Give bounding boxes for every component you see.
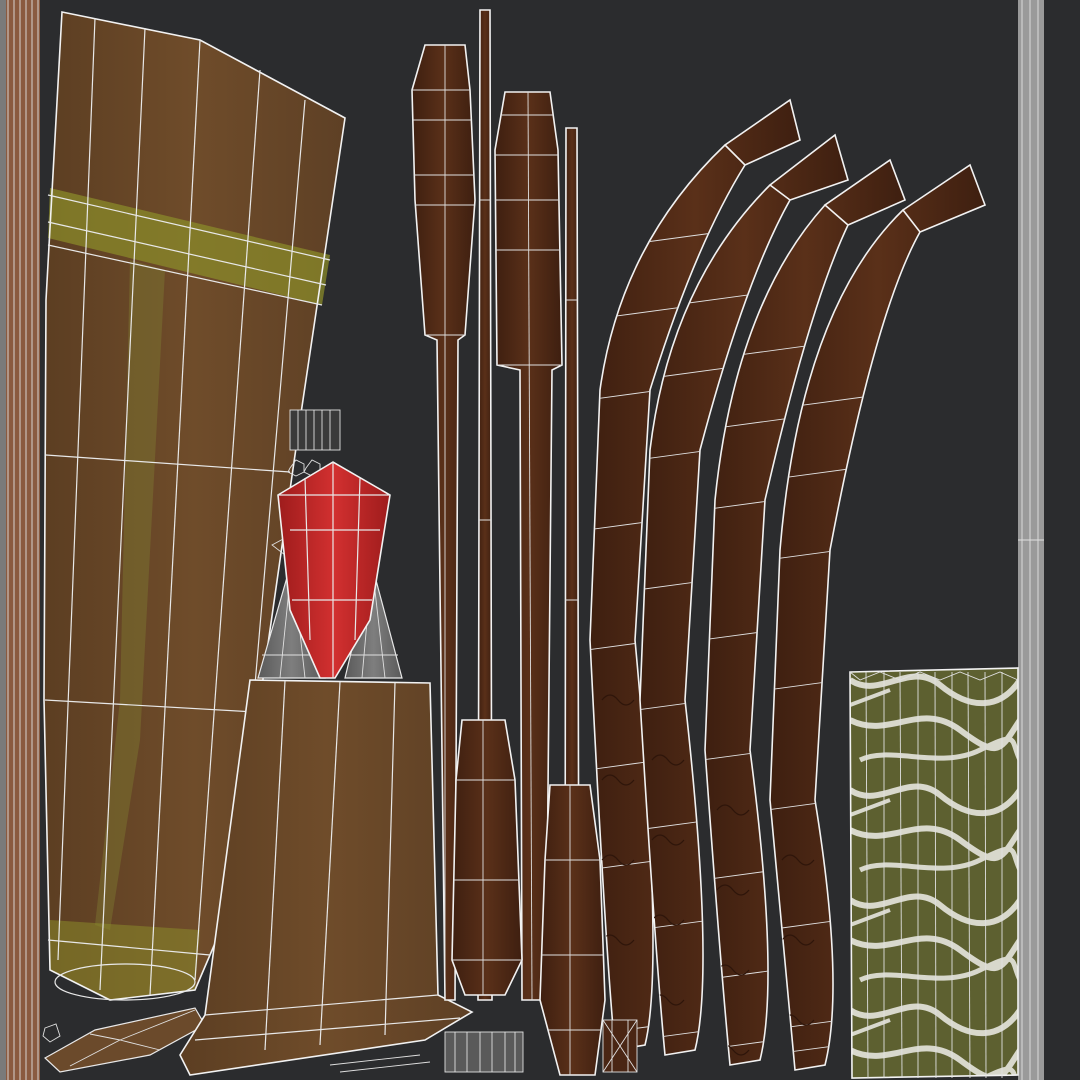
small-misc-islands[interactable] <box>444 1019 638 1073</box>
uv-editor-viewport[interactable] <box>0 0 1080 1080</box>
right-border-strip <box>1018 0 1044 1080</box>
foliage-island[interactable] <box>849 667 1019 1079</box>
uv-layout-canvas[interactable] <box>0 0 1080 1080</box>
cloth-cap-island[interactable] <box>42 1007 206 1073</box>
left-border-strip <box>0 0 40 1080</box>
